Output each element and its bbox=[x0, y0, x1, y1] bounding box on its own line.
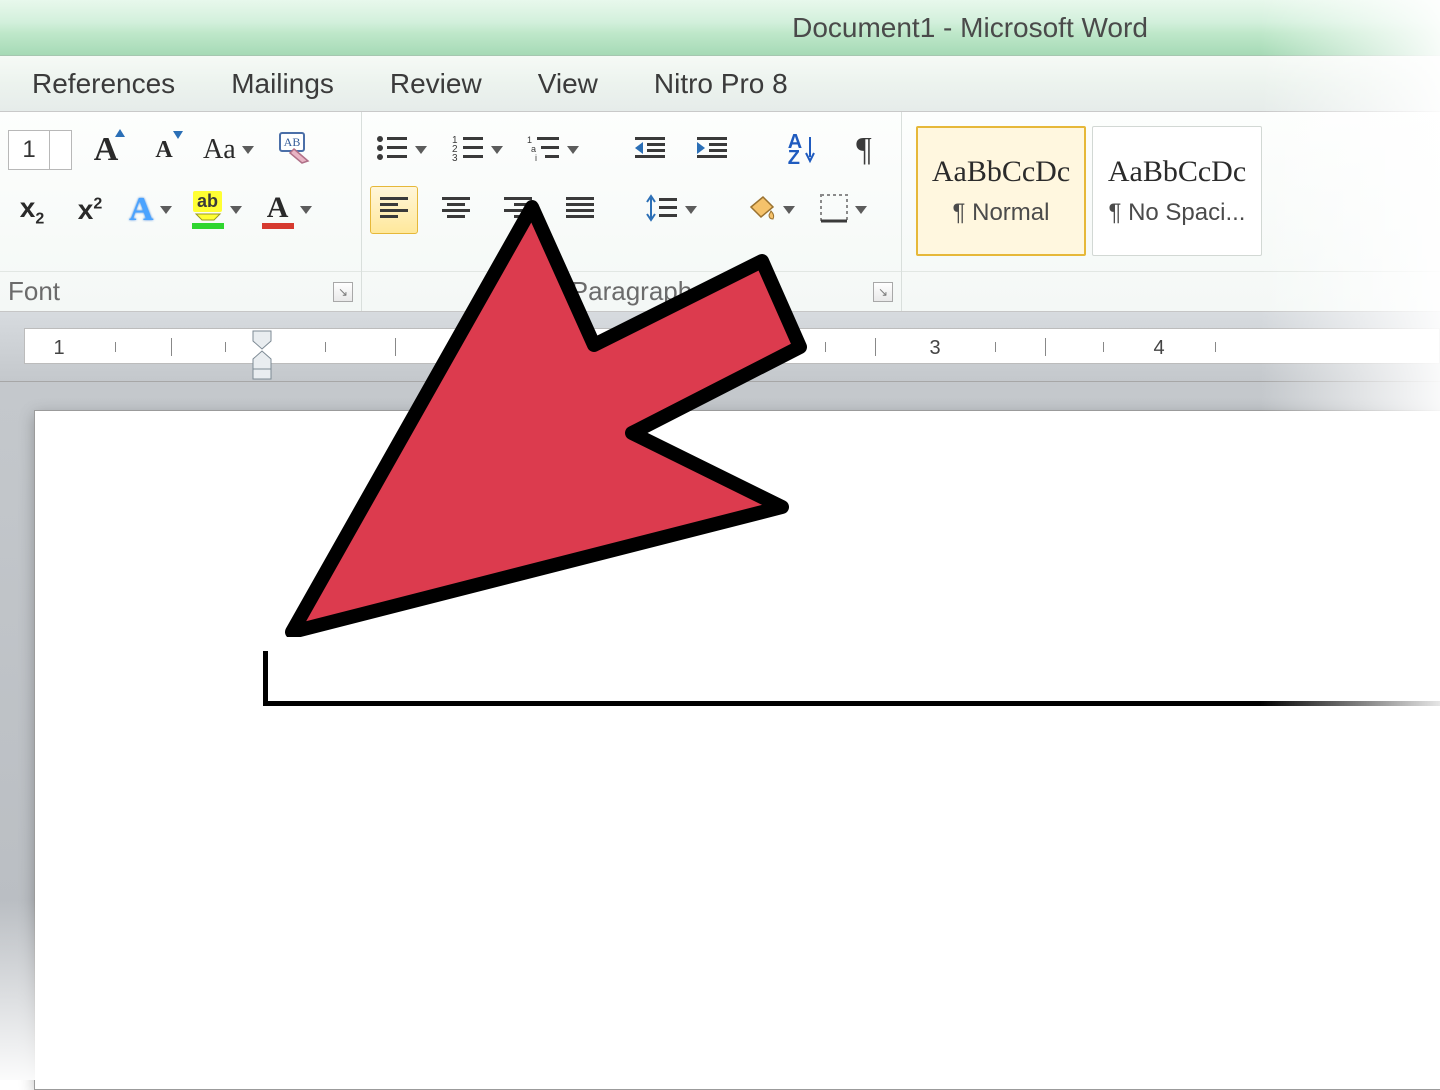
show-paragraph-marks-button[interactable]: ¶ bbox=[840, 126, 888, 174]
paragraph-dialog-launcher[interactable]: ↘ bbox=[873, 282, 893, 302]
numbered-list-button[interactable]: 123 bbox=[446, 126, 508, 174]
shrink-font-button[interactable]: A bbox=[140, 126, 188, 174]
window-title: Document1 - Microsoft Word bbox=[792, 12, 1148, 44]
bullet-list-button[interactable] bbox=[370, 126, 432, 174]
shading-button[interactable] bbox=[738, 186, 800, 234]
line-spacing-button[interactable] bbox=[640, 186, 702, 234]
borders-icon bbox=[819, 193, 849, 228]
ribbon: 1 A A Aa bbox=[0, 112, 1440, 312]
document-workspace bbox=[0, 382, 1440, 1080]
svg-text:AB: AB bbox=[283, 135, 300, 149]
tab-nitro[interactable]: Nitro Pro 8 bbox=[654, 68, 788, 100]
group-label-paragraph: Paragraph ↘ bbox=[362, 271, 901, 311]
group-font: 1 A A Aa bbox=[0, 112, 362, 311]
style-name: ¶ No Spaci... bbox=[1097, 199, 1257, 227]
document-page[interactable] bbox=[34, 410, 1440, 1090]
sort-icon: A Z bbox=[788, 134, 816, 166]
increase-indent-icon bbox=[695, 134, 729, 167]
horizontal-ruler[interactable]: 1 3 4 bbox=[24, 328, 1440, 364]
eraser-icon: AB bbox=[274, 131, 314, 170]
justify-button[interactable] bbox=[556, 186, 604, 234]
horizontal-line-in-document bbox=[263, 701, 1440, 706]
svg-text:i: i bbox=[535, 153, 537, 162]
style-no-spacing[interactable]: AaBbCcDc ¶ No Spaci... bbox=[1092, 126, 1262, 256]
decrease-indent-button[interactable] bbox=[626, 126, 674, 174]
title-bar: Document1 - Microsoft Word bbox=[0, 0, 1440, 56]
text-effects-button[interactable]: A bbox=[124, 186, 177, 234]
font-size-dropdown[interactable] bbox=[49, 131, 71, 169]
svg-text:3: 3 bbox=[452, 153, 458, 162]
style-normal[interactable]: AaBbCcDc ¶ Normal bbox=[916, 126, 1086, 256]
style-sample: AaBbCcDc bbox=[1108, 155, 1246, 189]
font-size-value: 1 bbox=[9, 136, 49, 164]
tab-view[interactable]: View bbox=[538, 68, 598, 100]
ribbon-tabs: References Mailings Review View Nitro Pr… bbox=[0, 56, 1440, 112]
numbering-icon: 123 bbox=[451, 134, 485, 167]
ruler-mark: 4 bbox=[1153, 337, 1164, 360]
font-color-icon: A bbox=[262, 191, 294, 229]
align-left-icon bbox=[378, 195, 410, 226]
justify-icon bbox=[564, 195, 596, 226]
text-effects-icon: A bbox=[129, 191, 154, 229]
clear-formatting-button[interactable]: AB bbox=[269, 126, 319, 174]
increase-indent-button[interactable] bbox=[688, 126, 736, 174]
pilcrow-icon: ¶ bbox=[856, 131, 871, 169]
style-sample: AaBbCcDc bbox=[932, 155, 1070, 189]
font-dialog-launcher[interactable]: ↘ bbox=[333, 282, 353, 302]
align-center-icon bbox=[440, 195, 472, 226]
ruler-area: 1 3 4 bbox=[0, 312, 1440, 382]
font-size-combo[interactable]: 1 bbox=[8, 130, 72, 170]
decrease-indent-icon bbox=[633, 134, 667, 167]
group-styles: AaBbCcDc ¶ Normal AaBbCcDc ¶ No Spaci... bbox=[902, 112, 1440, 311]
subscript-button[interactable]: x2 bbox=[8, 186, 56, 234]
text-cursor bbox=[263, 651, 268, 701]
align-center-button[interactable] bbox=[432, 186, 480, 234]
highlight-icon: ab bbox=[192, 191, 224, 229]
align-right-icon bbox=[502, 195, 534, 226]
change-case-button[interactable]: Aa bbox=[198, 126, 259, 174]
sort-button[interactable]: A Z bbox=[778, 126, 826, 174]
change-case-icon: Aa bbox=[203, 134, 236, 166]
ruler-mark: 3 bbox=[929, 337, 940, 360]
caret-down-icon bbox=[173, 131, 183, 139]
paint-bucket-icon bbox=[743, 193, 777, 228]
multilevel-icon: 1ai bbox=[527, 134, 561, 167]
font-color-button[interactable]: A bbox=[257, 186, 317, 234]
tab-references[interactable]: References bbox=[32, 68, 175, 100]
bullets-icon bbox=[375, 134, 409, 167]
borders-button[interactable] bbox=[814, 186, 872, 234]
group-paragraph: 123 1ai bbox=[362, 112, 902, 311]
style-name: ¶ Normal bbox=[922, 199, 1080, 227]
caret-up-icon bbox=[115, 129, 125, 137]
shrink-font-icon: A bbox=[155, 137, 172, 164]
tab-mailings[interactable]: Mailings bbox=[231, 68, 334, 100]
subscript-icon: x2 bbox=[20, 192, 44, 229]
grow-font-button[interactable]: A bbox=[82, 126, 130, 174]
superscript-button[interactable]: x2 bbox=[66, 186, 114, 234]
ruler-mark: 1 bbox=[53, 337, 64, 360]
tab-review[interactable]: Review bbox=[390, 68, 482, 100]
align-right-button[interactable] bbox=[494, 186, 542, 234]
align-left-button[interactable] bbox=[370, 186, 418, 234]
group-label-font: Font ↘ bbox=[0, 271, 361, 311]
multilevel-list-button[interactable]: 1ai bbox=[522, 126, 584, 174]
highlight-button[interactable]: ab bbox=[187, 186, 247, 234]
line-spacing-icon bbox=[645, 194, 679, 227]
first-line-indent-marker[interactable] bbox=[251, 329, 273, 365]
superscript-icon: x2 bbox=[78, 194, 102, 226]
